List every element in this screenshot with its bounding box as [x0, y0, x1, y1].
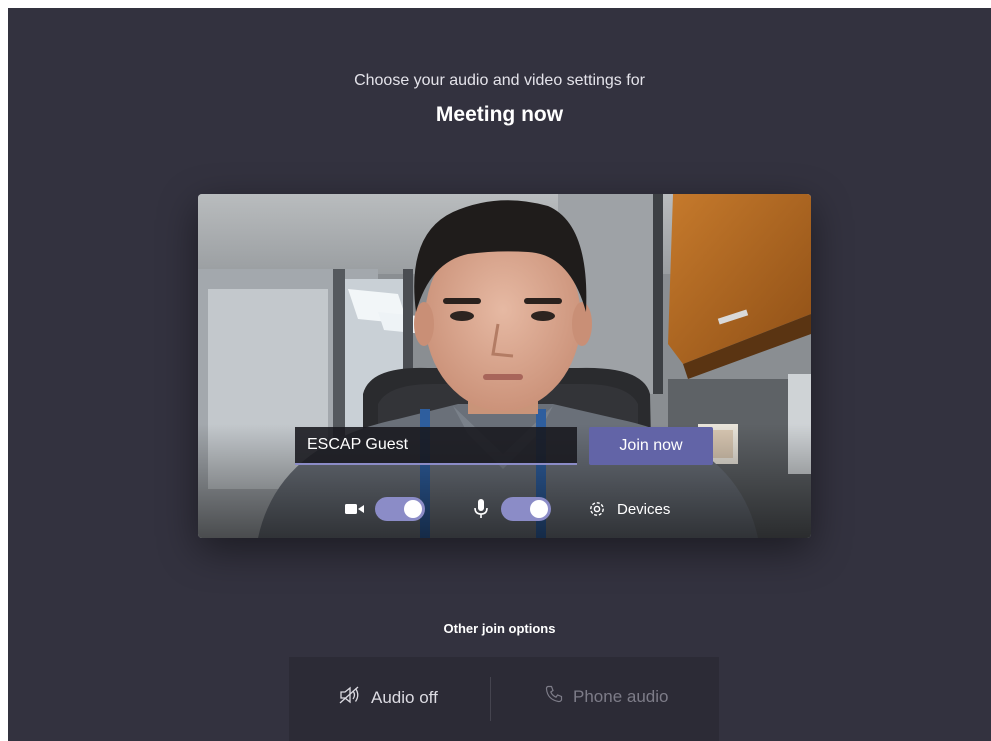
pre-join-screen: Choose your audio and video settings for…	[8, 8, 991, 741]
gear-icon	[585, 497, 609, 521]
microphone-toggle-knob	[530, 500, 548, 518]
other-join-options-bar: Audio off Phone audio	[289, 657, 719, 741]
phone-audio-label: Phone audio	[573, 686, 669, 706]
speaker-muted-icon	[339, 685, 361, 710]
video-preview: Join now	[198, 194, 811, 538]
camera-toggle-knob	[404, 500, 422, 518]
phone-icon	[545, 685, 563, 708]
join-now-button[interactable]: Join now	[589, 427, 713, 465]
phone-audio-option[interactable]: Phone audio	[545, 685, 668, 708]
microphone-toggle[interactable]	[501, 497, 551, 521]
devices-label: Devices	[617, 500, 671, 518]
display-name-input[interactable]	[295, 427, 577, 465]
devices-button[interactable]: Devices	[585, 497, 670, 521]
camera-toggle[interactable]	[375, 497, 425, 521]
microphone-icon	[469, 497, 493, 521]
media-controls: Devices	[343, 496, 670, 522]
camera-feed-image	[198, 194, 811, 538]
meeting-title: Meeting now	[435, 103, 564, 126]
other-join-options-heading: Other join options	[443, 621, 556, 636]
video-camera-icon	[343, 497, 367, 521]
audio-off-option[interactable]: Audio off	[339, 685, 438, 710]
options-divider	[490, 677, 491, 721]
settings-subtitle: Choose your audio and video settings for	[354, 72, 645, 89]
audio-off-label: Audio off	[371, 687, 438, 707]
